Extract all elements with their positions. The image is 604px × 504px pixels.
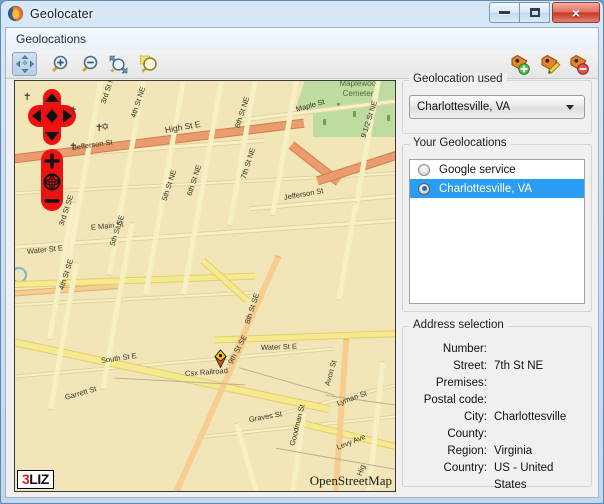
tag-add-icon	[511, 54, 530, 75]
zoom-to-selection-icon	[140, 55, 157, 73]
side-panel: Geolocation used Charlottesville, VA You…	[402, 73, 592, 491]
list-item-label: Google service	[439, 163, 516, 176]
radio-button[interactable]	[418, 182, 430, 195]
list-item-label: Charlottesville, VA	[439, 182, 533, 195]
map-street-label: Graves St	[248, 409, 283, 424]
vendor-logo: 3LIZ	[17, 470, 54, 489]
church-cross-icon: ✝	[69, 106, 78, 117]
address-label: Premises:	[435, 377, 487, 389]
globe-icon	[7, 5, 24, 22]
map-attribution: OpenStreetMap	[309, 473, 392, 488]
address-row: Postal code:	[403, 392, 583, 409]
street-high-st-e-east	[316, 145, 395, 186]
your-geolocations-legend: Your Geolocations	[409, 137, 511, 149]
address-label: County:	[447, 428, 487, 440]
your-geolocations-group: Your Geolocations Google service Charlott…	[402, 137, 592, 312]
zoom-in-tool-button[interactable]	[46, 52, 71, 76]
maximize-button[interactable]	[520, 2, 550, 23]
client-area: Geolocations Maplewood Cemetery High St …	[5, 27, 599, 498]
close-icon: ×	[571, 4, 581, 21]
map-canvas[interactable]: Maplewood Cemetery High St E 3rd St NE 4…	[14, 80, 396, 492]
address-row: Premises:	[403, 375, 583, 392]
address-label: Region:	[447, 445, 487, 457]
tool-bar	[6, 50, 598, 79]
address-value	[487, 392, 494, 409]
vendor-logo-part2: LIZ	[29, 471, 49, 487]
window-controls: ×	[489, 2, 600, 23]
edit-geolocation-button[interactable]	[537, 52, 562, 76]
address-label: Street:	[453, 360, 487, 372]
minimize-button[interactable]	[489, 2, 520, 23]
address-row: County:	[403, 426, 583, 443]
zoom-full-extent-button[interactable]	[106, 52, 131, 76]
title-bar: Geolocater ×	[1, 1, 603, 26]
radio-button[interactable]	[418, 163, 430, 176]
zoom-out-tool-button[interactable]	[76, 52, 101, 76]
zoom-full-extent-icon	[109, 55, 128, 73]
address-value: US - United States	[494, 462, 554, 491]
geolocation-used-group: Geolocation used Charlottesville, VA	[402, 73, 592, 134]
add-geolocation-button[interactable]	[507, 52, 532, 76]
window-title: Geolocater	[30, 6, 94, 21]
address-selection-group: Address selection Number: Street: 7th St N…	[402, 319, 592, 491]
geolocation-used-legend: Geolocation used	[409, 73, 507, 85]
map-street-label: 4th St NE	[128, 85, 148, 119]
map-street-label: Garrett St	[63, 384, 98, 402]
chevron-down-icon	[566, 104, 574, 110]
address-value	[487, 375, 494, 392]
synagogue-star-icon: ✡	[101, 122, 110, 133]
address-value: 7th St NE	[494, 360, 544, 372]
list-item[interactable]: Google service	[410, 160, 584, 179]
address-fields: Number: Street: 7th St NE Premises: Postal c…	[403, 341, 583, 494]
geolocation-used-value: Charlottesville, VA	[417, 101, 511, 113]
address-label: Country:	[443, 462, 487, 474]
address-value: Virginia	[494, 445, 533, 457]
map-street-label: Water St E	[260, 341, 298, 352]
menu-item-geolocations[interactable]: Geolocations	[9, 30, 93, 48]
maximize-icon	[529, 8, 540, 17]
street-right-upper	[336, 201, 359, 301]
map-street-label: Avon St	[322, 359, 339, 387]
tag-remove-icon	[570, 54, 589, 75]
address-selection-legend: Address selection	[409, 319, 508, 331]
church-cross-icon: ✝	[69, 142, 78, 153]
geolocations-list[interactable]: Google service Charlottesville, VA	[409, 159, 585, 304]
close-button[interactable]: ×	[552, 2, 600, 23]
pan-dpad-control[interactable]	[28, 89, 76, 147]
address-row: Number:	[403, 341, 583, 358]
address-label: Number:	[442, 343, 487, 355]
pan-icon	[15, 54, 34, 74]
map-street-label: Csx Railroad	[184, 366, 229, 378]
zoom-slider-control[interactable]	[39, 149, 65, 211]
address-label: City:	[464, 411, 487, 423]
address-row: Street: 7th St NE	[403, 358, 583, 375]
church-cross-icon: ✝	[23, 92, 32, 103]
street-levy	[295, 418, 395, 455]
address-row: Country: US - United States	[403, 460, 583, 494]
radio-dot-icon	[421, 186, 427, 191]
menu-bar: Geolocations	[6, 28, 598, 51]
zoom-out-icon	[81, 55, 98, 72]
remove-geolocation-button[interactable]	[566, 52, 591, 76]
address-label: Postal code:	[423, 394, 487, 406]
list-item[interactable]: Charlottesville, VA	[410, 179, 584, 198]
zoom-to-selection-button[interactable]	[136, 52, 161, 76]
pan-tool-button[interactable]	[12, 52, 37, 76]
cemetery-label: Maplewood Cemetery	[339, 80, 381, 98]
address-row: Region: Virginia	[403, 443, 583, 460]
tag-edit-icon	[541, 54, 560, 74]
address-value	[487, 426, 494, 443]
address-value	[487, 341, 494, 358]
geolocation-used-select[interactable]: Charlottesville, VA	[409, 95, 585, 119]
application-window: Geolocater × Geolocations Maplewood Ceme…	[0, 0, 604, 504]
minimize-icon	[499, 11, 510, 14]
address-row: City: Charlottesville	[403, 409, 583, 426]
zoom-in-icon	[51, 55, 68, 72]
address-value: Charlottesville	[494, 411, 567, 423]
